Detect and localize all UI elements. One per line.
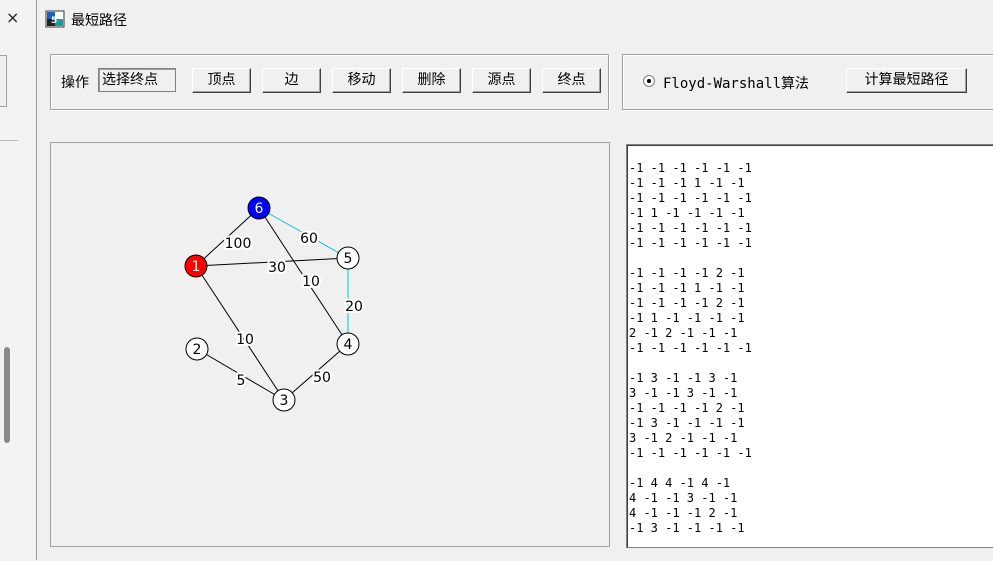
output-textbox[interactable]: -1 -1 -1 -1 -1 -1 -1 -1 -1 1 -1 -1 -1 -1… [626,144,993,548]
background-close-icon[interactable]: × [6,8,19,27]
node-label-3: 3 [280,393,289,409]
move-button[interactable]: 移动 [332,68,391,93]
node-label-1: 1 [192,259,201,275]
edge-weight-5-4: 20 [345,299,363,315]
edge-weight-2-3: 5 [237,373,246,389]
node-1[interactable]: 1 [184,254,208,278]
app-window: 5 最短路径 操作 选择终点 顶点 边 移动 删除 源点 终点 Floyd-Wa… [37,0,993,560]
node-label-6: 6 [255,201,264,217]
output-matrix-text: -1 -1 -1 -1 -1 -1 -1 -1 -1 1 -1 -1 -1 -1… [629,161,752,535]
floyd-warshall-label[interactable]: Floyd-Warshall算法 [663,73,809,93]
node-label-5: 5 [344,251,353,267]
source-button[interactable]: 源点 [472,68,531,93]
graph-canvas[interactable]: 100 30 10 60 10 20 5 50 1 2 3 4 5 6 [50,142,610,547]
compute-shortest-path-button[interactable]: 计算最短路径 [846,68,967,93]
target-button[interactable]: 终点 [542,68,601,93]
node-4[interactable]: 4 [336,332,360,356]
floyd-warshall-radio[interactable] [643,75,655,87]
vertex-button[interactable]: 顶点 [192,68,251,93]
edge-weight-1-5: 30 [268,260,286,276]
edge-weight-1-6: 100 [225,236,252,252]
node-5[interactable]: 5 [336,246,360,270]
app-icon: 5 [45,10,65,28]
window-title: 最短路径 [71,13,127,29]
current-mode-field: 选择终点 [98,68,176,92]
edge-button[interactable]: 边 [262,68,321,93]
node-6[interactable]: 6 [247,196,271,220]
node-3[interactable]: 3 [272,388,296,412]
algorithm-group: Floyd-Warshall算法 计算最短路径 [622,54,993,110]
operations-group: 操作 选择终点 顶点 边 移动 删除 源点 终点 [50,54,609,110]
svg-text:5: 5 [51,16,57,26]
edge-weight-6-5: 60 [300,231,318,247]
operation-label: 操作 [61,75,89,91]
edge-weight-6-4: 10 [302,274,320,290]
node-2[interactable]: 2 [185,337,209,361]
node-label-4: 4 [344,337,353,353]
edge-weight-3-4: 50 [313,370,331,386]
background-scrollbar[interactable] [0,140,18,561]
background-window: × [0,0,37,560]
delete-button[interactable]: 删除 [402,68,461,93]
background-panel [0,55,7,107]
edge-weight-1-3: 10 [236,332,254,348]
background-scrollbar-thumb[interactable] [4,347,10,443]
graph-drawing[interactable]: 100 30 10 60 10 20 5 50 1 2 3 4 5 6 [51,143,609,546]
node-label-2: 2 [193,342,202,358]
title-bar[interactable]: 5 最短路径 [37,0,993,38]
